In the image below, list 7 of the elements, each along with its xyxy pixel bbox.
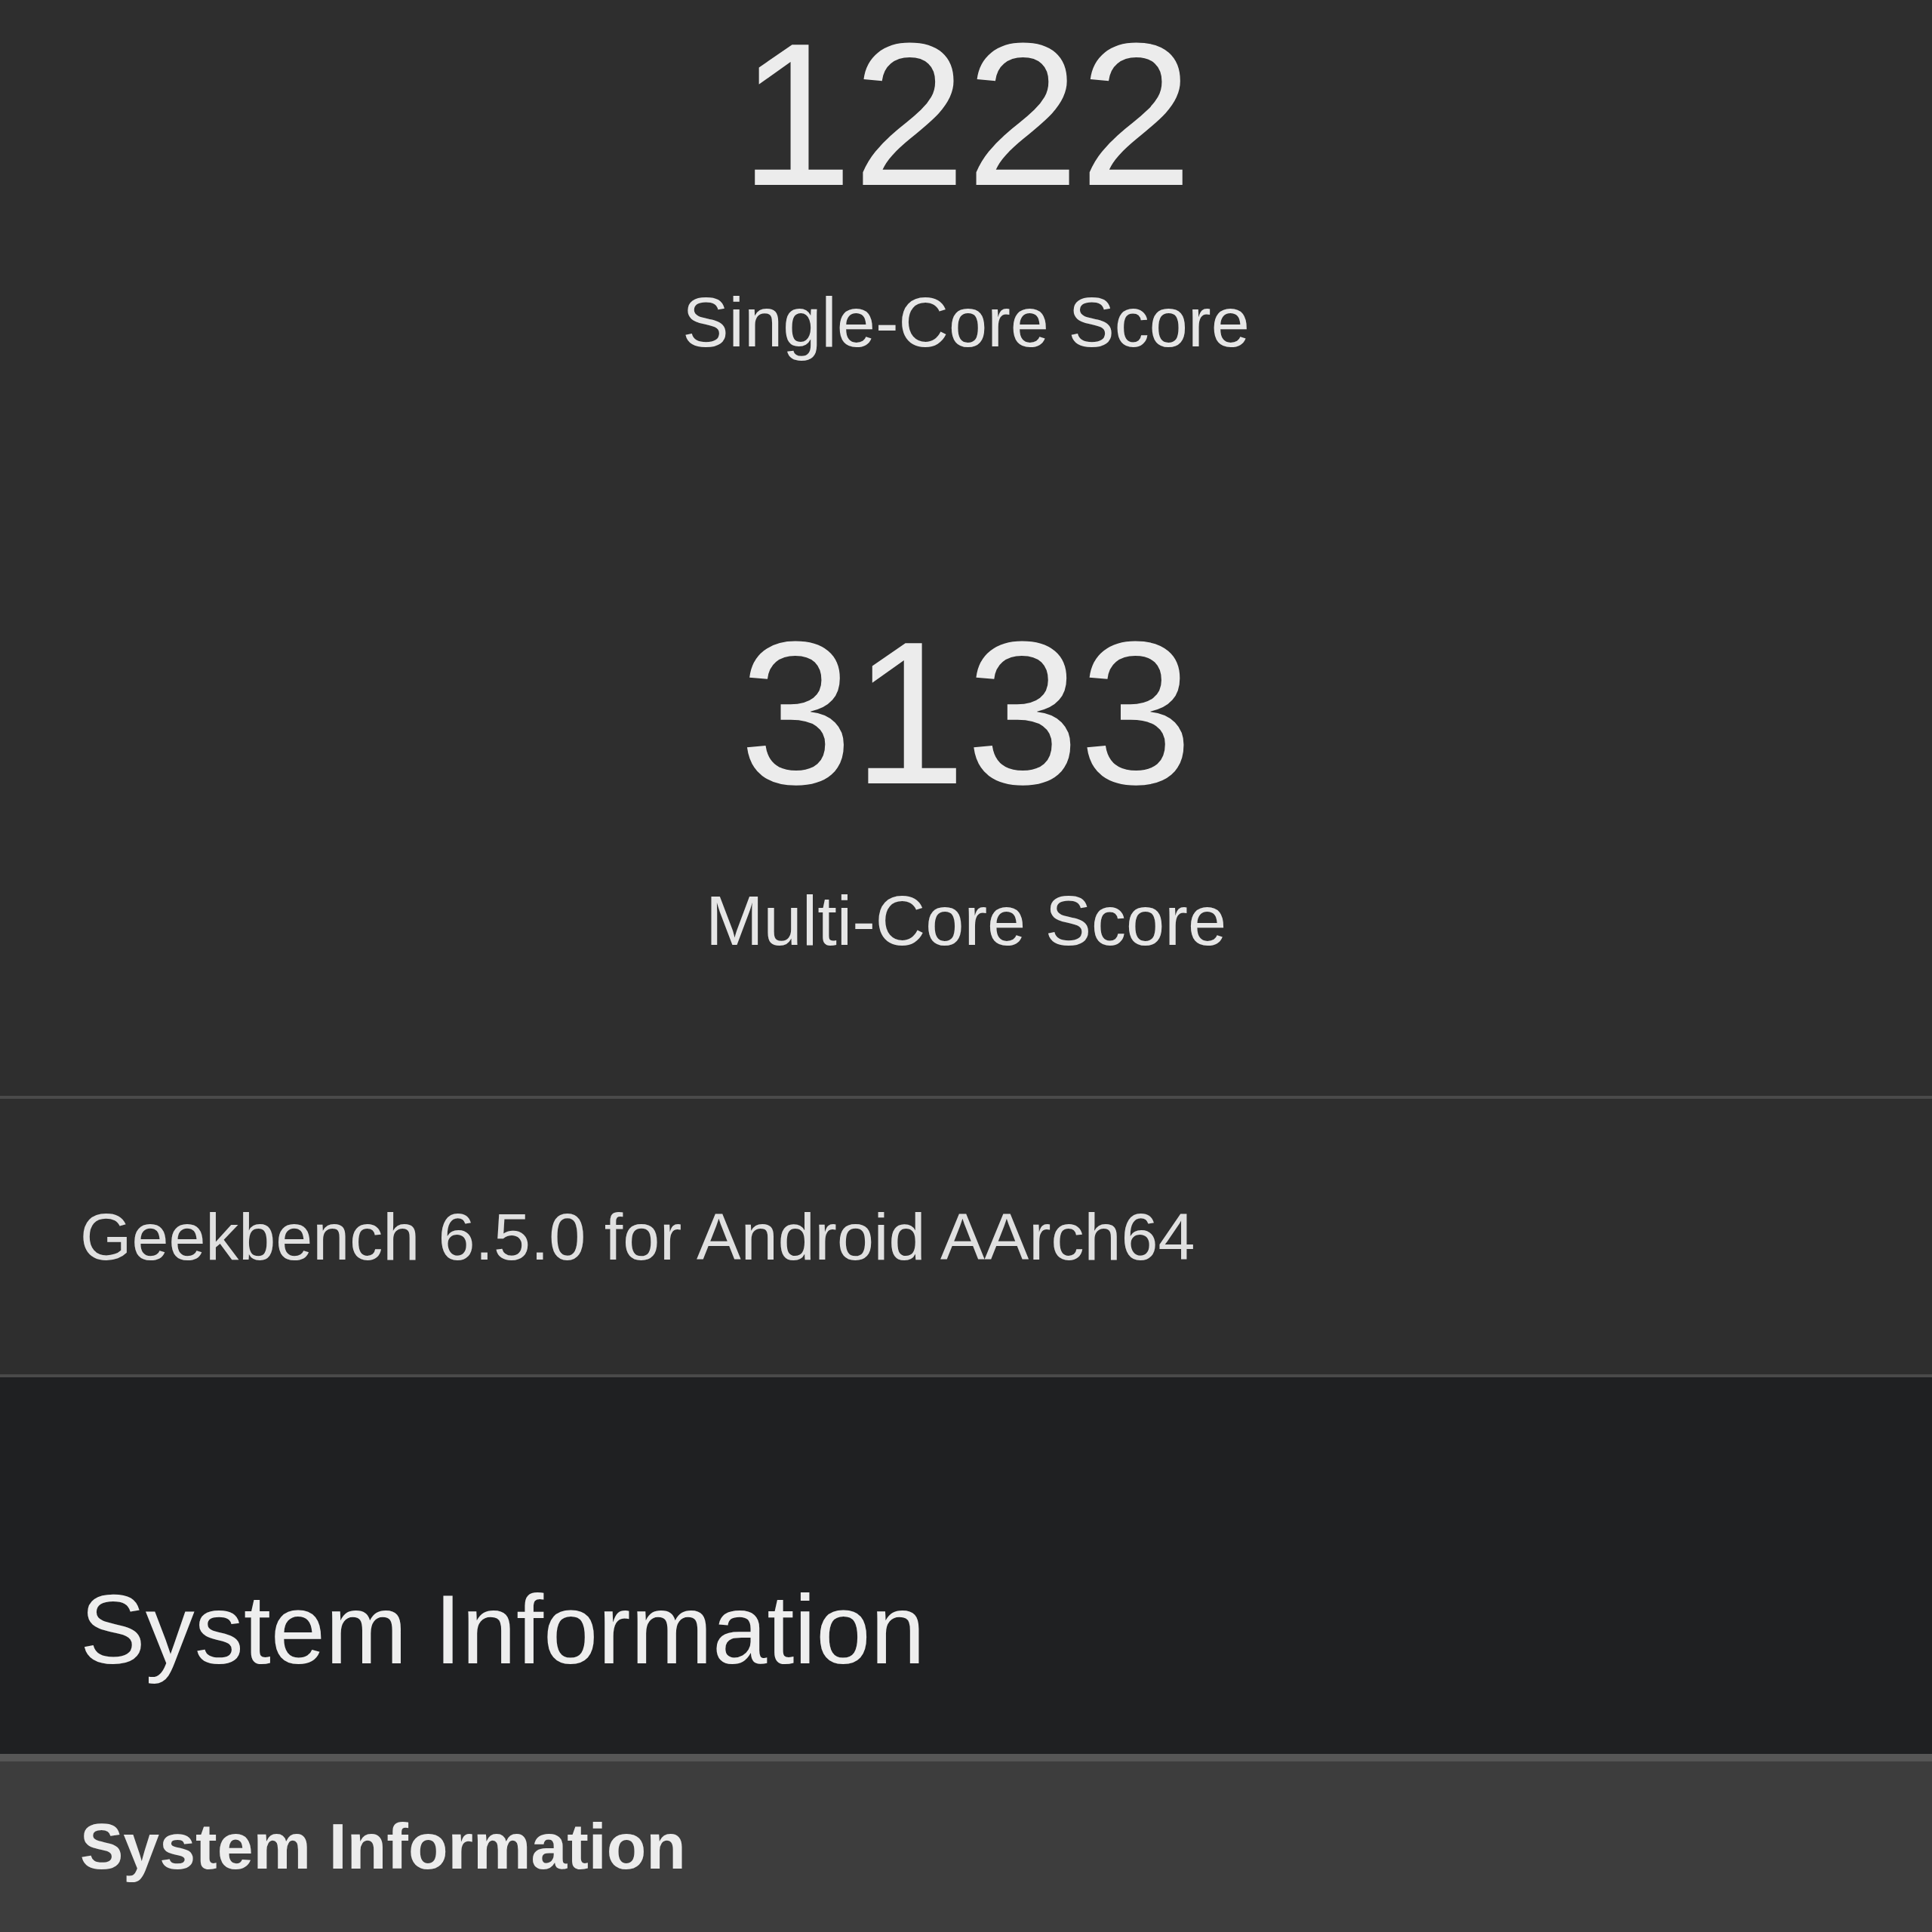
score-value: 3133: [739, 611, 1193, 815]
score-label: Single-Core Score: [682, 283, 1250, 362]
section-title: System Information: [80, 1573, 925, 1686]
table-header-title: System Information: [80, 1809, 686, 1884]
score-value: 1222: [739, 13, 1193, 217]
version-text: Geekbench 6.5.0 for Android AArch64: [80, 1198, 1195, 1275]
score-label: Multi-Core Score: [705, 881, 1227, 961]
